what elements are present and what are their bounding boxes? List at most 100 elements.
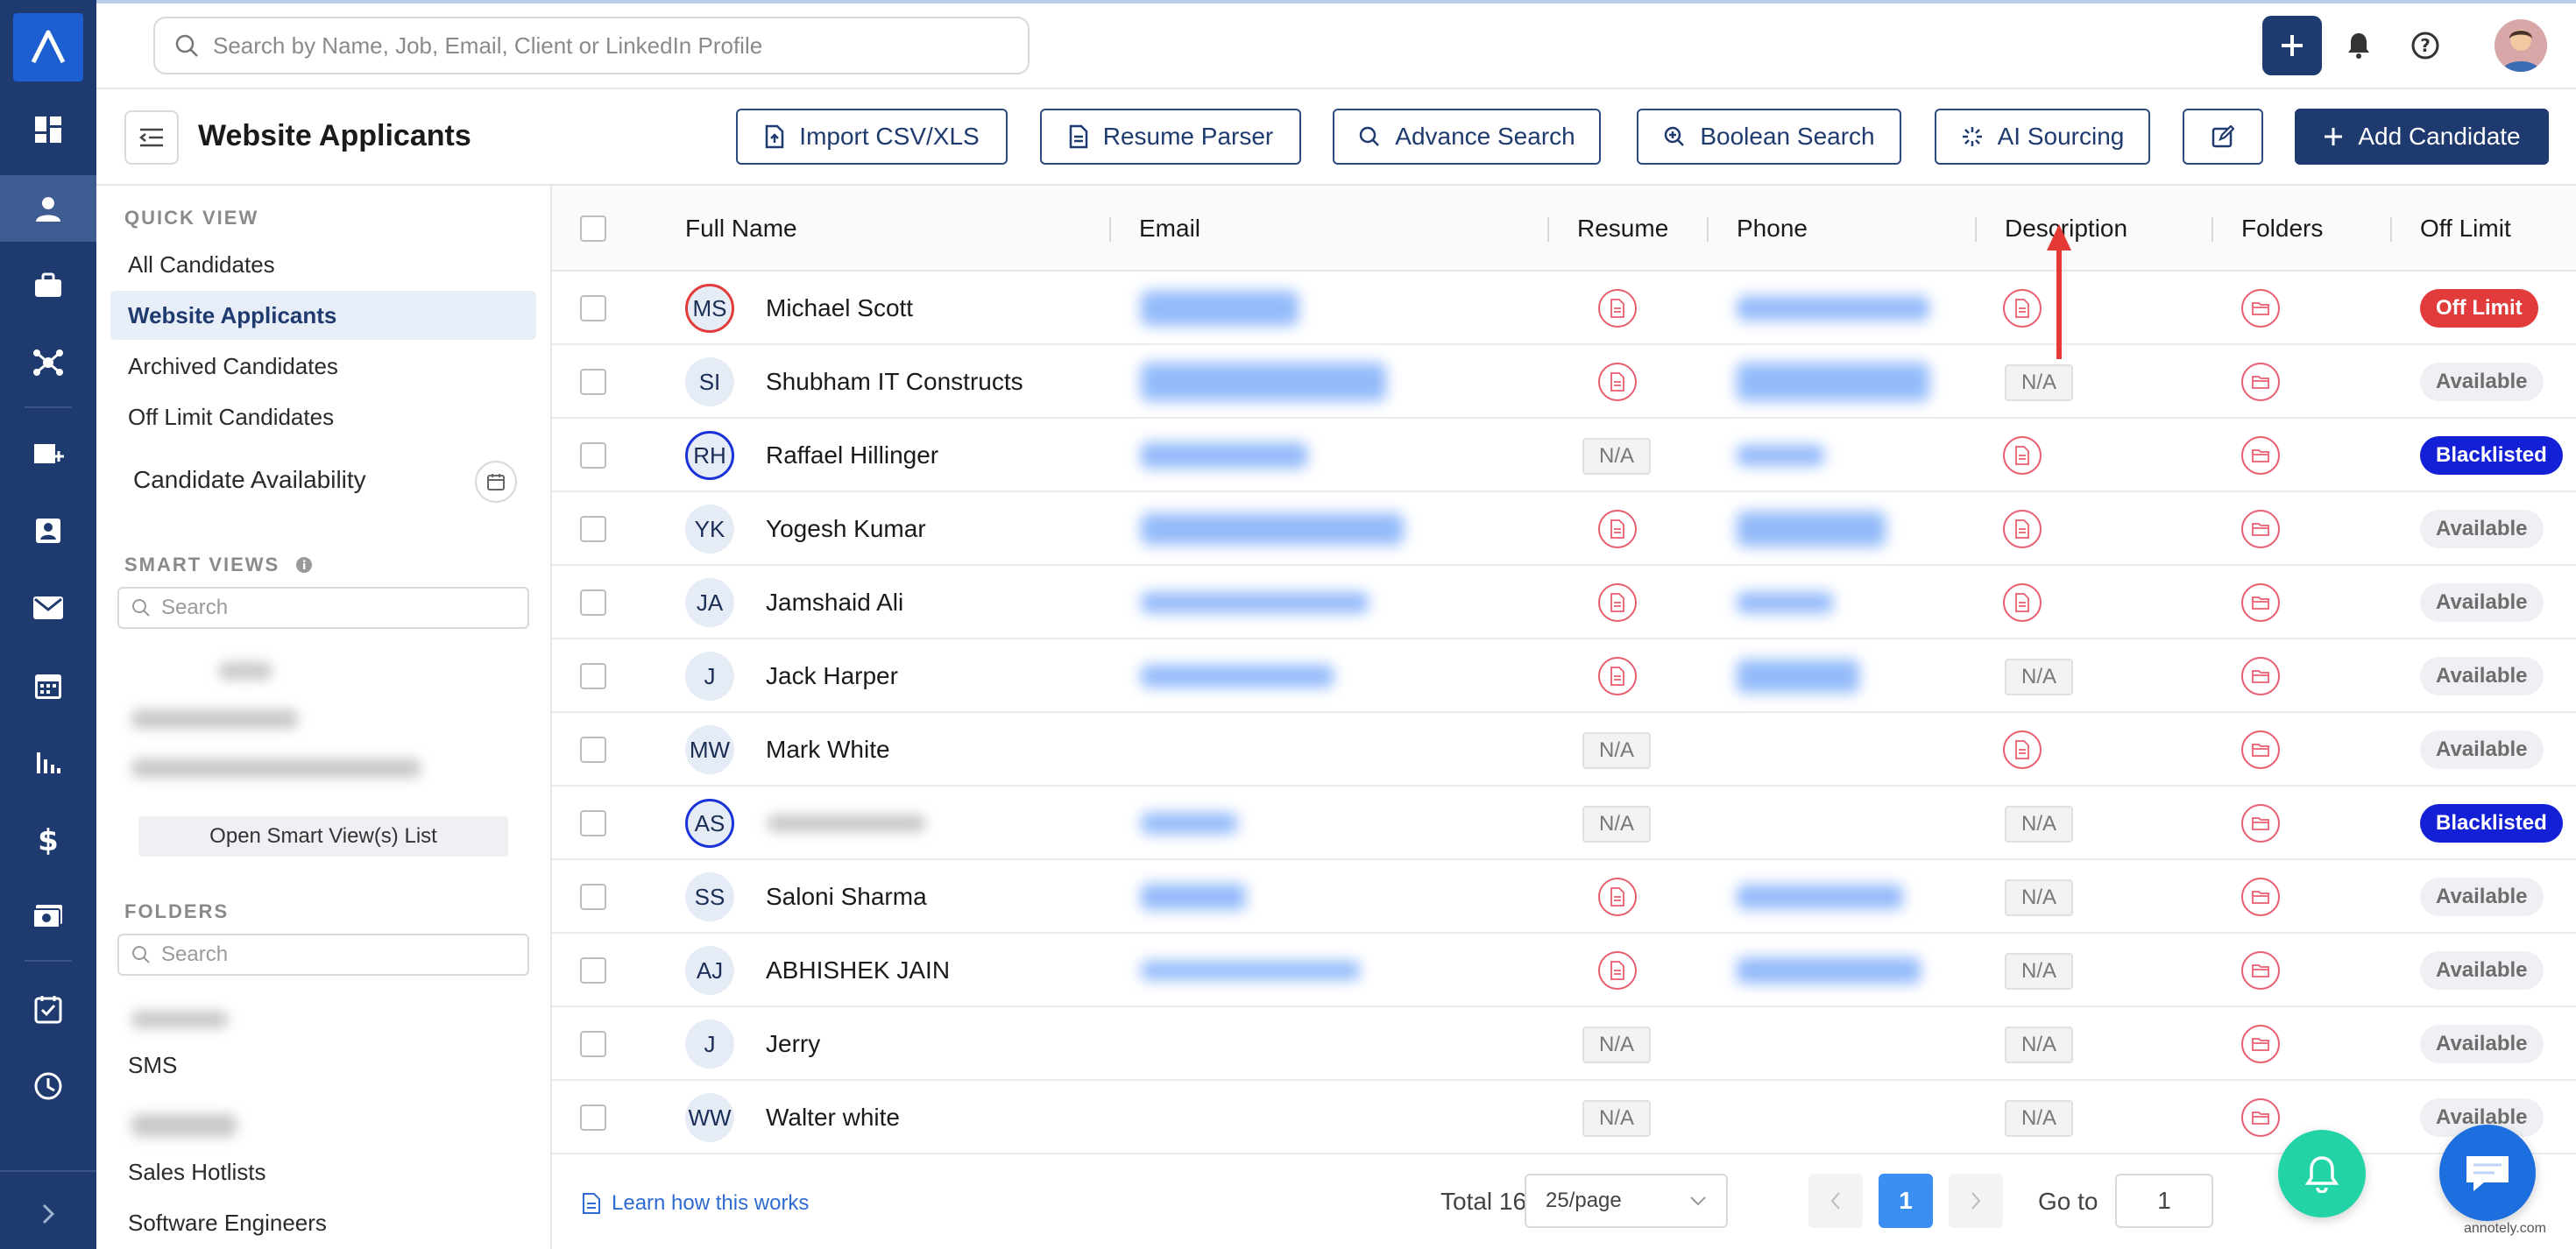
folder-icon[interactable]: [2241, 951, 2280, 990]
folders-search-input[interactable]: Search: [161, 942, 228, 967]
clients-icon[interactable]: [0, 420, 96, 487]
prev-page-button[interactable]: [1808, 1174, 1863, 1228]
candidate-name-link[interactable]: Michael Scott: [766, 272, 913, 345]
folder-icon[interactable]: [2241, 878, 2280, 916]
import-csv-button[interactable]: Import CSV/XLS: [736, 109, 1008, 165]
contacts-icon[interactable]: [0, 497, 96, 564]
learn-how-link[interactable]: Learn how this works: [582, 1191, 809, 1216]
sidebar-item-all-candidates[interactable]: All Candidates: [110, 240, 536, 289]
candidate-name-link[interactable]: Shubham IT Constructs: [766, 345, 1023, 419]
email-icon[interactable]: [0, 575, 96, 641]
search-input[interactable]: Search by Name, Job, Email, Client or Li…: [213, 32, 762, 60]
goto-page-input[interactable]: 1: [2115, 1174, 2213, 1228]
quick-add-button[interactable]: [2262, 16, 2322, 75]
resume-document-icon[interactable]: [1598, 510, 1637, 548]
table-row[interactable]: JA Jamshaid Ali Available: [552, 566, 2576, 639]
billing-dollar-icon[interactable]: $: [0, 806, 96, 872]
column-header-phone[interactable]: Phone: [1737, 186, 1808, 272]
folder-icon[interactable]: [2241, 1098, 2280, 1137]
user-avatar[interactable]: [2495, 19, 2547, 72]
boolean-search-button[interactable]: Boolean Search: [1637, 109, 1901, 165]
folder-icon[interactable]: [2241, 436, 2280, 475]
page-size-select[interactable]: 25/page: [1525, 1174, 1728, 1228]
select-all-checkbox[interactable]: [580, 215, 606, 242]
description-document-icon[interactable]: [2003, 289, 2042, 328]
resume-document-icon[interactable]: [1598, 951, 1637, 990]
add-candidate-button[interactable]: Add Candidate: [2295, 109, 2549, 165]
chat-fab-button[interactable]: [2439, 1125, 2536, 1221]
edit-button[interactable]: [2183, 109, 2263, 165]
sidebar-item-archived-candidates[interactable]: Archived Candidates: [110, 342, 536, 391]
folder-icon[interactable]: [2241, 510, 2280, 548]
row-checkbox[interactable]: [580, 1104, 606, 1131]
advance-search-button[interactable]: Advance Search: [1333, 109, 1601, 165]
folder-icon[interactable]: [2241, 363, 2280, 401]
notification-fab-button[interactable]: [2278, 1130, 2366, 1217]
help-icon[interactable]: ?: [2404, 25, 2446, 67]
resume-document-icon[interactable]: [1598, 878, 1637, 916]
table-row[interactable]: AJ ABHISHEK JAIN N/A Available: [552, 934, 2576, 1007]
folder-icon[interactable]: [2241, 1025, 2280, 1063]
row-checkbox[interactable]: [580, 1031, 606, 1057]
table-row[interactable]: J Jack Harper N/A Available: [552, 639, 2576, 713]
column-header-resume[interactable]: Resume: [1577, 186, 1668, 272]
row-checkbox[interactable]: [580, 663, 606, 689]
table-row[interactable]: MW Mark White N/A Available: [552, 713, 2576, 787]
column-header-full-name[interactable]: Full Name: [685, 186, 797, 272]
row-checkbox[interactable]: [580, 737, 606, 763]
logo[interactable]: [13, 13, 83, 81]
resume-document-icon[interactable]: [1598, 657, 1637, 695]
candidate-name-link[interactable]: ABHISHEK JAIN: [766, 934, 950, 1007]
history-clock-icon[interactable]: [0, 1053, 96, 1119]
candidate-name-link[interactable]: Walter white: [766, 1081, 900, 1154]
sidebar-item-off-limit-candidates[interactable]: Off Limit Candidates: [110, 392, 536, 441]
row-checkbox[interactable]: [580, 589, 606, 616]
open-smart-views-button[interactable]: Open Smart View(s) List: [138, 816, 508, 857]
table-row[interactable]: YK Yogesh Kumar Available: [552, 492, 2576, 566]
row-checkbox[interactable]: [580, 516, 606, 542]
candidate-name-link[interactable]: Yogesh Kumar: [766, 492, 926, 566]
folder-icon[interactable]: [2241, 289, 2280, 328]
tasks-icon[interactable]: [0, 976, 96, 1042]
resume-document-icon[interactable]: [1598, 363, 1637, 401]
page-1-button[interactable]: 1: [1879, 1174, 1933, 1228]
description-document-icon[interactable]: [2003, 436, 2042, 475]
row-checkbox[interactable]: [580, 884, 606, 910]
table-row[interactable]: AS N/A N/A Blacklisted: [552, 787, 2576, 860]
folder-item-sales-hotlists[interactable]: Sales Hotlists: [110, 1147, 536, 1196]
description-document-icon[interactable]: [2003, 583, 2042, 622]
folder-icon[interactable]: [2241, 657, 2280, 695]
row-checkbox[interactable]: [580, 957, 606, 984]
global-search[interactable]: Search by Name, Job, Email, Client or Li…: [153, 17, 1030, 74]
table-row[interactable]: SI Shubham IT Constructs N/A Available: [552, 345, 2576, 419]
network-icon[interactable]: [0, 329, 96, 396]
candidate-name-link[interactable]: Jerry: [766, 1007, 820, 1081]
row-checkbox[interactable]: [580, 295, 606, 321]
row-checkbox[interactable]: [580, 810, 606, 836]
row-checkbox[interactable]: [580, 442, 606, 469]
expand-chevron-icon[interactable]: [0, 1181, 96, 1247]
column-header-folders[interactable]: Folders: [2241, 186, 2323, 272]
table-row[interactable]: SS Saloni Sharma N/A Available: [552, 860, 2576, 934]
folder-item-software-engineers[interactable]: Software Engineers: [110, 1198, 536, 1247]
sidebar-item-website-applicants[interactable]: Website Applicants: [110, 291, 536, 340]
folder-icon[interactable]: [2241, 804, 2280, 843]
candidate-name-link[interactable]: Jack Harper: [766, 639, 898, 713]
smart-views-search[interactable]: Search: [117, 587, 529, 629]
column-header-email[interactable]: Email: [1139, 186, 1200, 272]
notifications-bell-icon[interactable]: [2338, 25, 2380, 67]
payroll-icon[interactable]: [0, 883, 96, 949]
folder-item-sms[interactable]: SMS: [110, 1041, 536, 1090]
dashboard-icon[interactable]: [0, 96, 96, 163]
collapse-sidebar-button[interactable]: [124, 110, 179, 165]
resume-document-icon[interactable]: [1598, 289, 1637, 328]
calendar-icon[interactable]: [0, 652, 96, 718]
candidate-name-link[interactable]: Mark White: [766, 713, 890, 787]
jobs-icon[interactable]: [0, 252, 96, 319]
ai-sourcing-button[interactable]: AI Sourcing: [1935, 109, 2150, 165]
folders-search[interactable]: Search: [117, 934, 529, 976]
row-checkbox[interactable]: [580, 369, 606, 395]
next-page-button[interactable]: [1949, 1174, 2003, 1228]
description-document-icon[interactable]: [2003, 730, 2042, 769]
table-row[interactable]: WW Walter white N/A N/A Available: [552, 1081, 2576, 1154]
